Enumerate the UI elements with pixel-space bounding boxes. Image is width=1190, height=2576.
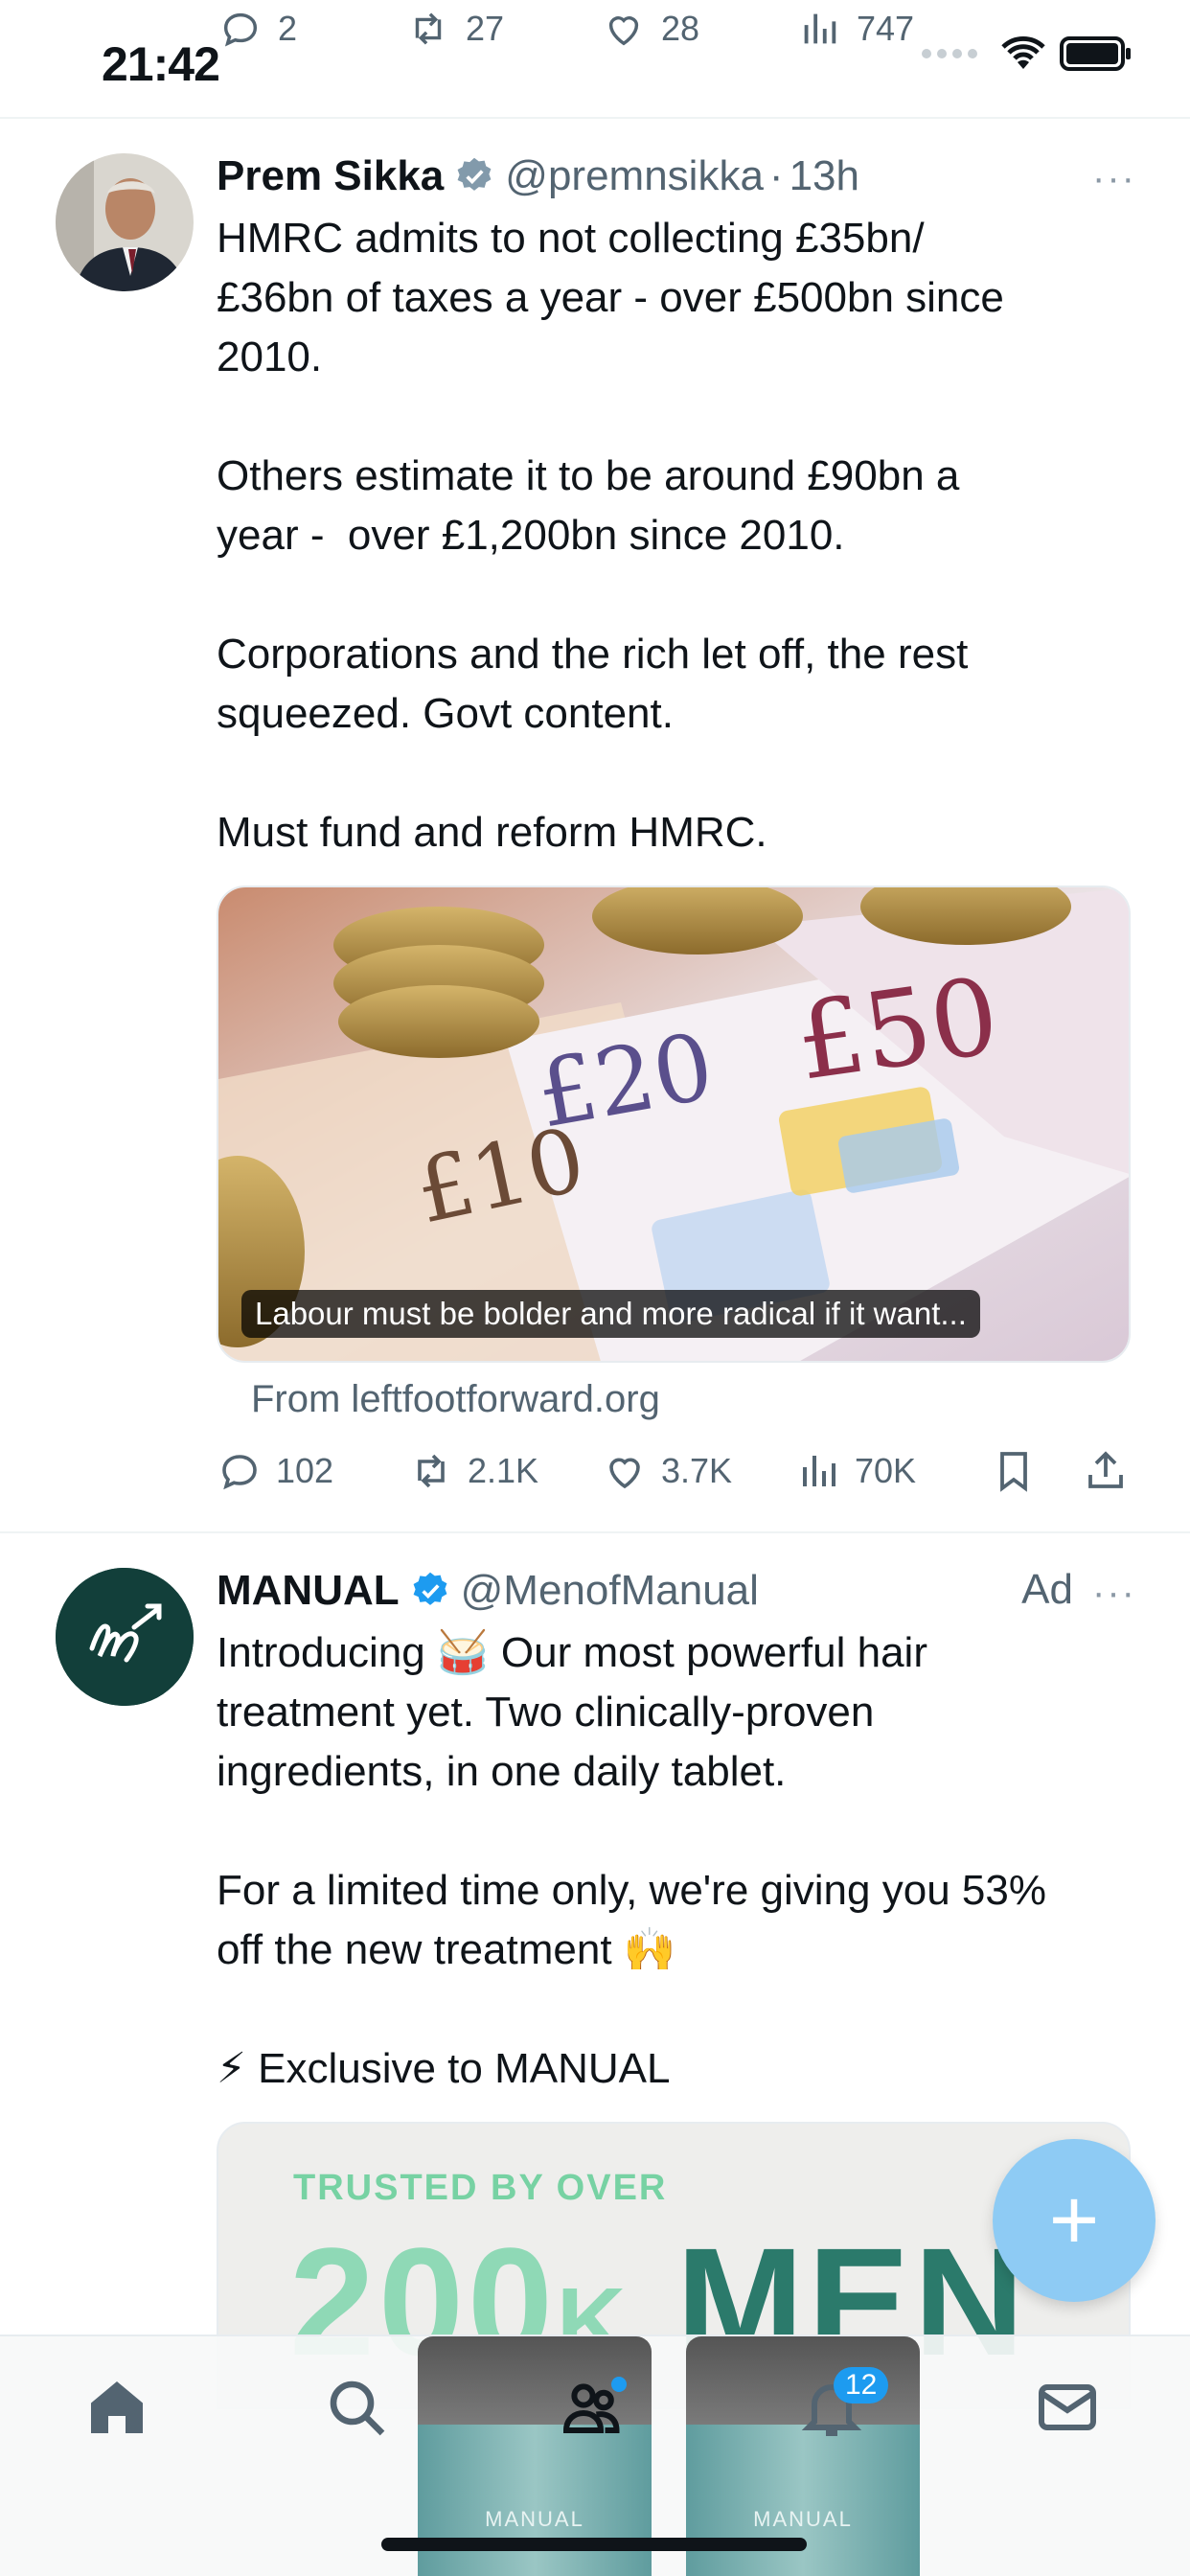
home-icon <box>91 2381 143 2433</box>
tweet-text: Introducing 🥁 Our most powerful hair tre… <box>217 1629 1046 2092</box>
tweet-text: HMRC admits to not collecting £35bn/ £36… <box>217 215 1004 856</box>
like-button[interactable]: 3.7K <box>602 1448 732 1494</box>
share-icon <box>1088 1451 1123 1488</box>
nav-home[interactable] <box>82 2373 159 2450</box>
plus-icon: + <box>1048 2172 1100 2268</box>
tweet-header: Prem Sikka @premnsikka · 13h <box>217 144 1136 209</box>
author-handle[interactable]: @MenofManual <box>461 1567 759 1615</box>
tweet-actions: 102 2.1K 3.7K 70K <box>217 1448 1136 1515</box>
ad-card-tagline: TRUSTED BY OVER <box>293 2168 668 2208</box>
retweet-count-prev[interactable]: 27 <box>406 7 504 51</box>
reply-icon <box>222 1455 257 1490</box>
views-button[interactable]: 70K <box>795 1448 916 1494</box>
like-count-label: 28 <box>661 9 700 48</box>
retweet-count: 2.1K <box>468 1451 539 1490</box>
more-options-icon[interactable]: ··· <box>1092 1572 1136 1615</box>
product-brand-right: MANUAL <box>753 2507 853 2531</box>
link-card-source[interactable]: From leftfootforward.org <box>251 1378 1136 1421</box>
views-icon <box>803 1456 835 1486</box>
verified-badge-icon <box>457 157 492 191</box>
nav-messages[interactable] <box>1033 2373 1110 2450</box>
reply-icon <box>223 12 258 47</box>
link-card-title: Labour must be bolder and more radical i… <box>241 1290 980 1338</box>
nav-notifications[interactable]: 12 <box>797 2367 889 2450</box>
nav-communities[interactable] <box>558 2373 634 2450</box>
like-count-prev[interactable]: 28 <box>602 7 699 51</box>
avatar[interactable] <box>56 1568 194 1706</box>
mail-icon <box>1039 2384 1096 2430</box>
product-brand-left: MANUAL <box>485 2507 584 2531</box>
tweet-header: MANUAL @MenofManual <box>217 1558 1136 1623</box>
battery-icon <box>1060 36 1131 71</box>
views-icon <box>804 13 836 44</box>
bookmark-button[interactable] <box>991 1448 1050 1494</box>
view-count-label: 747 <box>857 9 915 48</box>
like-count: 3.7K <box>661 1451 733 1490</box>
nav-search[interactable] <box>322 2373 399 2450</box>
retweet-icon <box>418 1454 445 1488</box>
avatar[interactable] <box>56 153 194 291</box>
reply-count-label: 2 <box>278 9 298 48</box>
tweet-time[interactable]: 13h <box>790 152 859 200</box>
compose-button[interactable]: + <box>993 2139 1156 2302</box>
search-icon <box>330 2380 385 2436</box>
home-indicator[interactable] <box>381 2538 807 2551</box>
author-name[interactable]: MANUAL <box>217 1567 400 1615</box>
heart-icon <box>609 1458 640 1489</box>
communities-new-dot <box>611 2377 627 2392</box>
wifi-icon <box>1001 36 1045 69</box>
retweet-count-label: 27 <box>466 9 505 48</box>
bookmark-icon <box>1000 1452 1027 1492</box>
retweet-icon <box>415 12 442 45</box>
author-name[interactable]: Prem Sikka <box>217 152 444 200</box>
heart-icon <box>608 16 639 46</box>
top-bar: 2 27 28 747 21:42 <box>0 0 1190 119</box>
ad-label: Ad <box>1021 1566 1073 1613</box>
retweet-button[interactable]: 2.1K <box>408 1448 538 1494</box>
reply-button[interactable]: 102 <box>217 1448 333 1494</box>
verified-badge-icon <box>413 1572 447 1605</box>
signal-dots-icon <box>922 49 977 58</box>
author-handle[interactable]: @premnsikka <box>505 152 764 200</box>
link-card[interactable]: £50 £20 £10 Labour must be bolder and mo… <box>217 886 1131 1363</box>
status-clock: 21:42 <box>102 37 220 91</box>
reply-count: 102 <box>276 1451 334 1490</box>
view-count: 70K <box>855 1451 917 1490</box>
separator: · <box>768 152 784 199</box>
notifications-badge: 12 <box>834 2367 889 2404</box>
status-icons <box>922 34 1133 73</box>
reply-count-prev[interactable]: 2 <box>218 7 297 51</box>
more-options-icon[interactable]: ··· <box>1092 157 1136 200</box>
view-count-prev[interactable]: 747 <box>797 7 914 51</box>
tweet-divider <box>0 1531 1190 1533</box>
share-button[interactable] <box>1083 1448 1142 1494</box>
